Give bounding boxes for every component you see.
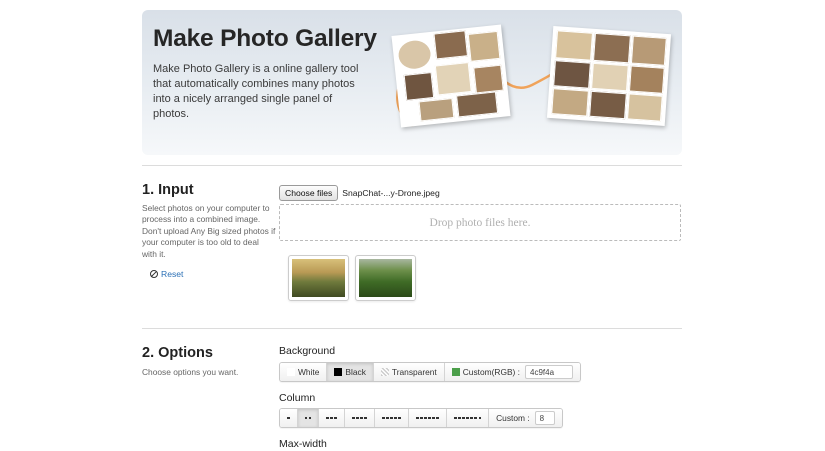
white-swatch-icon <box>287 368 295 376</box>
green-hills-image <box>359 259 412 297</box>
background-options: White Black Transparent Custom(RGB) : 4c… <box>279 362 581 382</box>
options-section-description: Choose options you want. <box>142 367 239 377</box>
arranged-gallery-image <box>546 25 672 127</box>
background-black-button[interactable]: Black <box>327 363 374 381</box>
custom-column-input[interactable]: 8 <box>534 411 555 425</box>
background-transparent-button[interactable]: Transparent <box>373 363 445 381</box>
option-label: Black <box>345 367 366 377</box>
landscape-sunrise-image <box>292 259 345 297</box>
background-custom-button[interactable]: Custom(RGB) : 4c9f4a <box>444 363 580 381</box>
options-section-title: 2. Options <box>142 345 213 361</box>
background-label: Background <box>279 345 336 357</box>
divider <box>142 328 682 329</box>
checker-swatch-icon <box>380 368 389 376</box>
option-label: Transparent <box>391 367 437 377</box>
dropzone-text: Drop photo files here. <box>429 216 531 229</box>
divider <box>142 165 682 166</box>
option-label: White <box>298 367 320 377</box>
custom-label: Custom : <box>496 413 530 423</box>
choose-files-button[interactable]: Choose files <box>279 185 339 201</box>
ban-icon <box>150 270 158 278</box>
column-label: Column <box>279 392 316 404</box>
photo-thumbnail[interactable] <box>288 255 349 301</box>
file-input: Choose files SnapChat-...y-Drone.jpeg <box>279 185 440 201</box>
column-custom-button[interactable]: Custom : 8 <box>489 409 562 427</box>
column-1-button[interactable] <box>280 409 298 427</box>
selected-file-name: SnapChat-...y-Drone.jpeg <box>342 188 440 198</box>
reset-link[interactable]: Reset <box>150 269 183 279</box>
scattered-photos-image <box>391 24 511 128</box>
option-label: Custom(RGB) : <box>462 367 520 377</box>
hero-description: Make Photo Gallery is a online gallery t… <box>153 63 359 120</box>
hero-banner: Make Photo Gallery Make Photo Gallery is… <box>142 10 682 155</box>
reset-label: Reset <box>161 269 184 279</box>
photo-dropzone[interactable]: Drop photo files here. <box>279 204 681 241</box>
photo-thumbnail[interactable] <box>355 255 416 301</box>
column-2-button[interactable] <box>297 409 320 427</box>
page-title: Make Photo Gallery <box>153 25 377 52</box>
column-7-button[interactable] <box>446 409 490 427</box>
max-width-label: Max-width <box>279 438 327 450</box>
background-white-button[interactable]: White <box>280 363 328 381</box>
green-swatch-icon <box>451 368 460 376</box>
column-options: Custom : 8 <box>279 408 563 428</box>
column-6-button[interactable] <box>408 409 447 427</box>
black-swatch-icon <box>334 368 343 376</box>
column-4-button[interactable] <box>345 409 375 427</box>
input-section-description: Select photos on your computer to proces… <box>142 203 276 259</box>
input-section-title: 1. Input <box>142 182 194 198</box>
column-3-button[interactable] <box>319 409 346 427</box>
custom-rgb-input[interactable]: 4c9f4a <box>525 365 573 379</box>
column-5-button[interactable] <box>374 409 409 427</box>
